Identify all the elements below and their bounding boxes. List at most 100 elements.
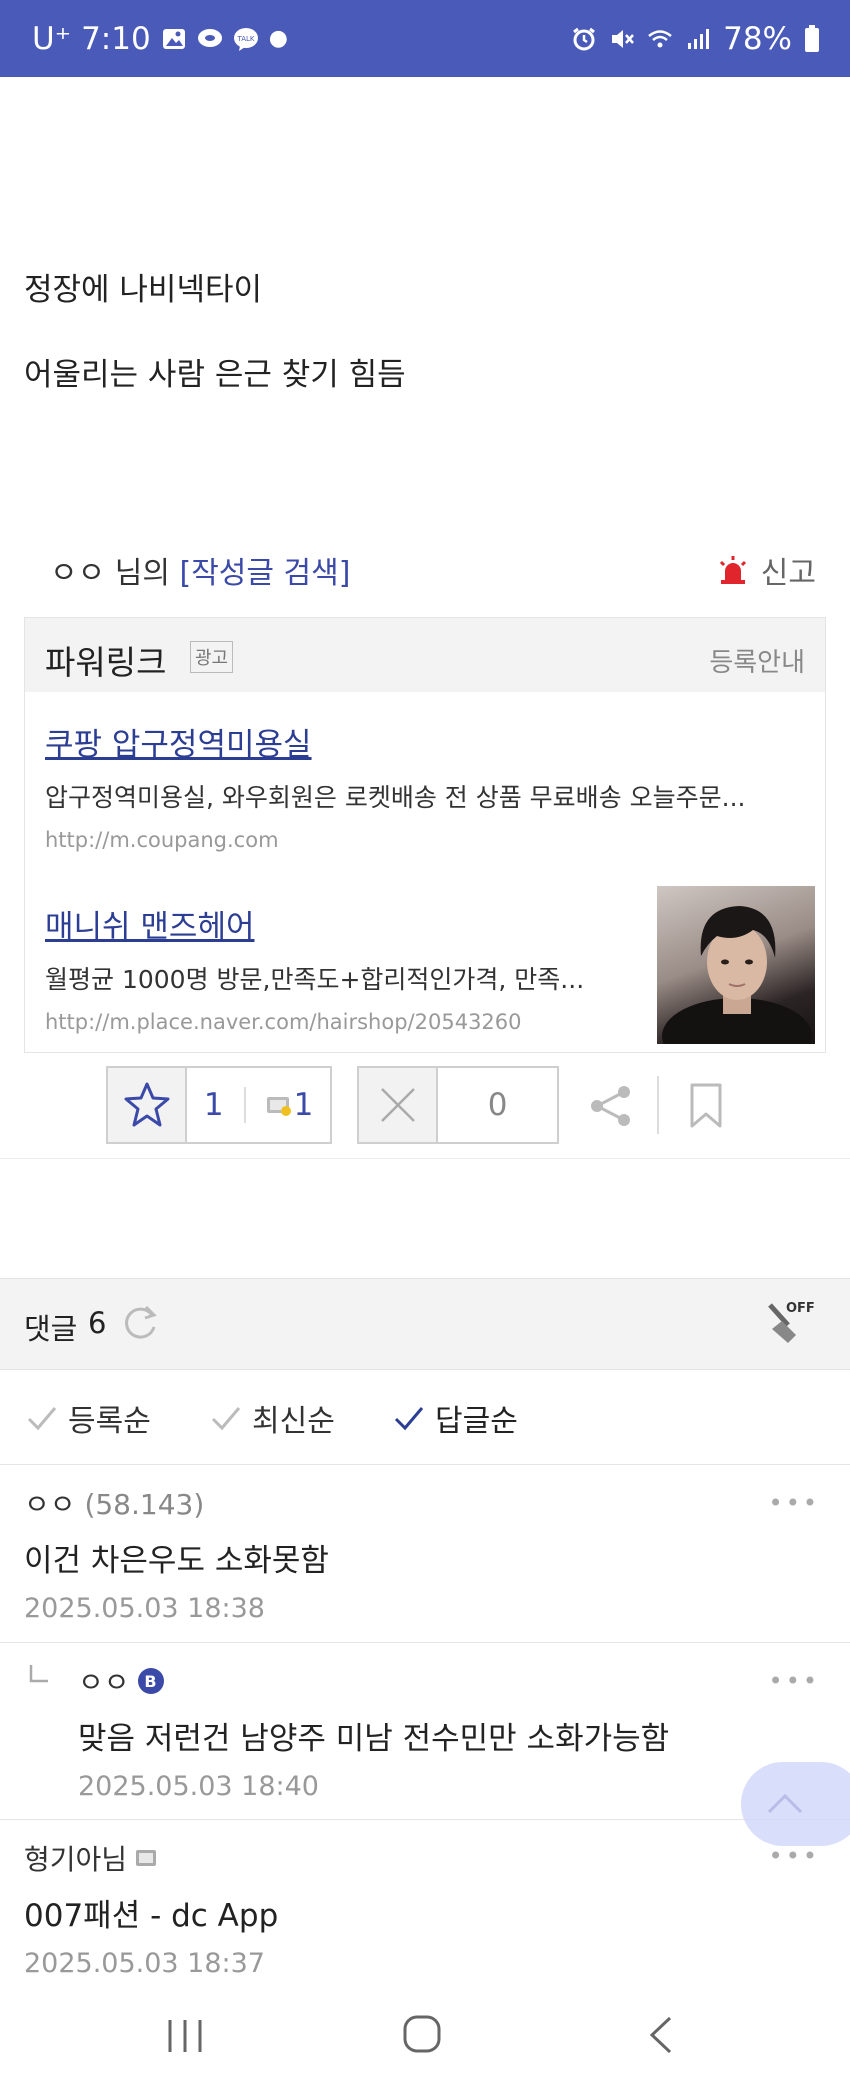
report-button[interactable]: 신고 bbox=[717, 548, 816, 592]
comment-item: 형기아님 ••• 007패션 - dc App 2025.05.03 18:37 bbox=[0, 1820, 850, 1990]
ad-item-desc: 압구정역미용실, 와우회원은 로켓배송 전 상품 무료배송 오늘주문... bbox=[45, 783, 746, 812]
comment-author[interactable]: ㅇㅇ B bbox=[78, 1661, 164, 1701]
comment-author[interactable]: ㅇㅇ (58.143) bbox=[24, 1483, 204, 1523]
comment-more-button[interactable]: ••• bbox=[769, 1489, 820, 1517]
image-toggle-label: OFF bbox=[786, 1301, 815, 1316]
mute-icon bbox=[612, 29, 635, 48]
fixed-recommend: 1 bbox=[266, 1087, 314, 1123]
recommend-box: 1 1 bbox=[106, 1066, 332, 1144]
comment-date: 2025.05.03 18:40 bbox=[78, 1771, 319, 1802]
downvote-count: 0 bbox=[487, 1087, 508, 1123]
check-icon bbox=[394, 1407, 424, 1431]
ad-tag: 광고 bbox=[190, 641, 234, 673]
battery-percent: 78% bbox=[723, 20, 792, 57]
sort-option-label: 답글순 bbox=[435, 1404, 518, 1439]
comment-date: 2025.05.03 18:38 bbox=[24, 1593, 265, 1624]
comment-author-ip: (58.143) bbox=[84, 1488, 205, 1521]
sort-option-label: 최신순 bbox=[252, 1404, 335, 1439]
fixed-recommend-count: 1 bbox=[293, 1087, 314, 1123]
recommend-button[interactable] bbox=[108, 1068, 188, 1142]
author-name[interactable]: ㅇㅇ bbox=[50, 556, 105, 591]
ad-header: 파워링크 광고 등록안내 bbox=[25, 618, 825, 692]
author-suffix: 님의 bbox=[114, 556, 170, 591]
report-label: 신고 bbox=[760, 556, 816, 591]
comments-label: 댓글 bbox=[24, 1312, 78, 1346]
author-bar: ㅇㅇ 님의 [작성글 검색] bbox=[50, 548, 350, 592]
refresh-icon[interactable] bbox=[120, 1303, 160, 1343]
fixed-user-icon bbox=[266, 1097, 291, 1116]
powerlink-ad: 파워링크 광고 등록안내 쿠팡 압구정역미용실 압구정역미용실, 와우회원은 로… bbox=[24, 617, 826, 1053]
comment-author-name: ㅇㅇ bbox=[24, 1488, 76, 1521]
member-badge-icon: B bbox=[137, 1668, 164, 1694]
ad-register-info-link[interactable]: 등록안내 bbox=[709, 642, 805, 679]
comment-text: 맞음 저런건 남양주 미남 전수민만 소화가능함 bbox=[78, 1721, 670, 1757]
comment-author[interactable]: 형기아님 bbox=[24, 1838, 157, 1878]
comment-text: 이건 차은우도 소화못함 bbox=[24, 1543, 329, 1579]
carrier-label: U⁺ bbox=[32, 20, 72, 57]
x-icon bbox=[380, 1088, 415, 1122]
clock: 7:10 bbox=[81, 20, 151, 57]
fixed-user-icon bbox=[136, 1850, 157, 1866]
signal-icon bbox=[688, 28, 710, 49]
ad-item-desc: 월평균 1000명 방문,만족도+합리적인가격, 만족... bbox=[45, 965, 585, 994]
chevron-up-icon bbox=[767, 1793, 803, 1814]
comment-more-button[interactable]: ••• bbox=[769, 1842, 820, 1870]
comment-reply-item: ㅇㅇ B ••• 맞음 저런건 남양주 미남 전수민만 소화가능함 2025.0… bbox=[0, 1643, 850, 1820]
comment-author-name: ㅇㅇ bbox=[78, 1666, 130, 1699]
ad-title: 파워링크 bbox=[45, 643, 167, 682]
divider bbox=[657, 1076, 659, 1134]
chat-bubble-icon bbox=[197, 28, 222, 47]
ad-item[interactable]: 매니쉬 맨즈헤어 월평균 1000명 방문,만족도+합리적인가격, 만족... … bbox=[45, 901, 584, 1034]
post-line-1: 정장에 나비넥타이 bbox=[24, 272, 263, 308]
wifi-icon bbox=[648, 29, 672, 47]
ad-thumbnail-image[interactable] bbox=[657, 886, 815, 1044]
share-icon bbox=[591, 1086, 630, 1126]
post-line-2: 어울리는 사람 은근 찾기 힘듬 bbox=[24, 357, 406, 393]
divider bbox=[0, 1158, 850, 1159]
ad-item-url: http://m.place.naver.com/hairshop/205432… bbox=[45, 1010, 522, 1034]
share-button[interactable] bbox=[588, 1083, 634, 1133]
image-toggle-button[interactable]: OFF bbox=[766, 1301, 815, 1347]
scroll-top-button[interactable] bbox=[741, 1762, 850, 1846]
home-icon[interactable] bbox=[402, 2014, 442, 2054]
ad-item-title[interactable]: 쿠팡 압구정역미용실 bbox=[45, 719, 745, 764]
comment-author-name: 형기아님 bbox=[24, 1843, 128, 1876]
ad-item-title[interactable]: 매니쉬 맨즈헤어 bbox=[45, 901, 584, 946]
reply-arrow-icon bbox=[29, 1665, 48, 1683]
bookmark-icon bbox=[690, 1083, 722, 1128]
bookmark-button[interactable] bbox=[689, 1083, 723, 1133]
author-post-search-link[interactable]: [작성글 검색] bbox=[180, 556, 351, 591]
recommend-count: 1 bbox=[203, 1087, 224, 1123]
downvote-box: 0 bbox=[357, 1066, 559, 1144]
comment-sort-bar: 등록순 최신순 답글순 bbox=[0, 1370, 850, 1465]
recent-apps-icon[interactable] bbox=[166, 2016, 204, 2056]
sort-option-label: 등록순 bbox=[68, 1404, 151, 1439]
sort-option-active[interactable]: 답글순 bbox=[393, 1396, 518, 1440]
battery-icon bbox=[805, 24, 819, 52]
comment-text: 007패션 - dc App bbox=[24, 1898, 279, 1934]
comment-item: ㅇㅇ (58.143) ••• 이건 차은우도 소화못함 2025.05.03 … bbox=[0, 1465, 850, 1643]
ad-item-url: http://m.coupang.com bbox=[45, 828, 279, 852]
check-icon bbox=[211, 1407, 241, 1431]
back-icon[interactable] bbox=[646, 2014, 676, 2056]
sort-option[interactable]: 최신순 bbox=[210, 1396, 335, 1440]
portrait-image bbox=[662, 906, 812, 1044]
star-icon bbox=[124, 1082, 170, 1127]
sort-option[interactable]: 등록순 bbox=[26, 1396, 151, 1440]
status-bar: U⁺ 7:10 TALK ● 78% bbox=[0, 0, 850, 77]
comment-more-button[interactable]: ••• bbox=[769, 1667, 820, 1695]
recommend-counts: 1 1 bbox=[187, 1068, 330, 1142]
alarm-icon bbox=[573, 27, 595, 50]
siren-icon bbox=[719, 556, 746, 584]
notification-dot: ● bbox=[268, 26, 288, 51]
downvote-button[interactable] bbox=[359, 1068, 439, 1142]
comments-header: 댓글 6 OFF bbox=[0, 1278, 850, 1370]
svg-text:TALK: TALK bbox=[236, 35, 254, 43]
check-icon bbox=[27, 1407, 57, 1431]
android-nav-bar bbox=[0, 1990, 850, 2087]
talk-icon: TALK bbox=[233, 27, 258, 51]
divider bbox=[243, 1087, 246, 1123]
gallery-icon bbox=[162, 28, 185, 49]
comments-count: 6 bbox=[88, 1306, 107, 1340]
ad-item[interactable]: 쿠팡 압구정역미용실 압구정역미용실, 와우회원은 로켓배송 전 상품 무료배송… bbox=[45, 719, 745, 852]
